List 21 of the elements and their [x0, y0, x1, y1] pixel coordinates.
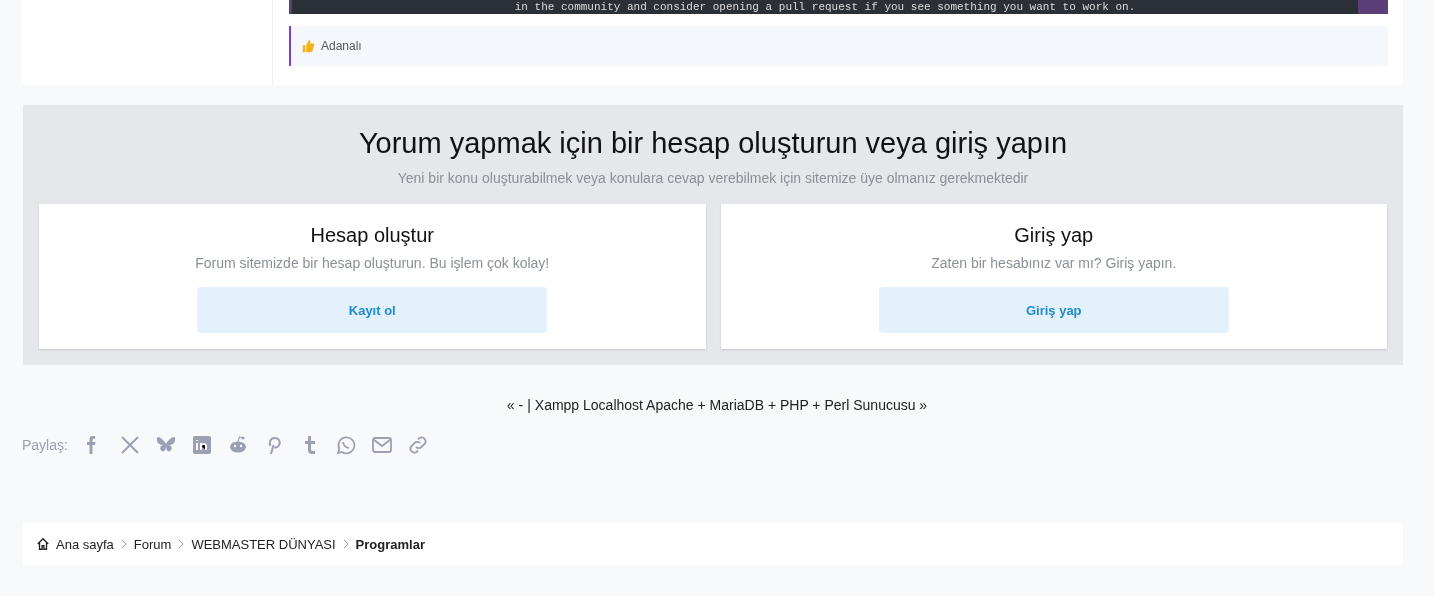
home-icon [36, 537, 50, 551]
card-text: Forum sitemizde bir hesap oluşturun. Bu işlem çok kolay! [195, 255, 550, 271]
breadcrumb-link[interactable]: Forum [133, 536, 172, 552]
auth-subtitle: Yeni bir konu oluşturabilmek veya konulara cevap verebilmek için sitemize üye olmanız gerekmektedir [396, 170, 1030, 186]
previous-thread-link[interactable]: « - [506, 397, 524, 413]
reaction-users[interactable]: Adanalı [321, 39, 362, 53]
card-title: Giriş yap [1014, 224, 1094, 247]
card-title: Hesap oluştur [310, 224, 434, 247]
chevron-icon [119, 539, 128, 549]
next-thread-link[interactable]: Xampp Localhost Apache + MariaDB + PHP + Perl Sunucusu » [534, 397, 928, 413]
thumbs-up-icon [301, 39, 315, 53]
breadcrumb-link[interactable]: Ana sayfa [56, 536, 114, 552]
chevron-icon [177, 539, 186, 549]
card-text: Zaten bir hesabınız var mı? Giriş yapın. [931, 255, 1177, 271]
breadcrumb-link[interactable]: Programlar [355, 536, 425, 552]
breadcrumb-link[interactable]: WEBMASTER DÜNYASI [191, 536, 336, 552]
auth-title: Yorum yapmak için bir hesap oluşturun veya giriş yapın [357, 127, 1069, 160]
nav-separator: | [527, 397, 531, 413]
code-block: in the community and consider opening a pull request if you see something you want to work on. [289, 0, 1388, 14]
chevron-icon [341, 539, 350, 549]
share-label: Paylaş: [22, 437, 68, 453]
